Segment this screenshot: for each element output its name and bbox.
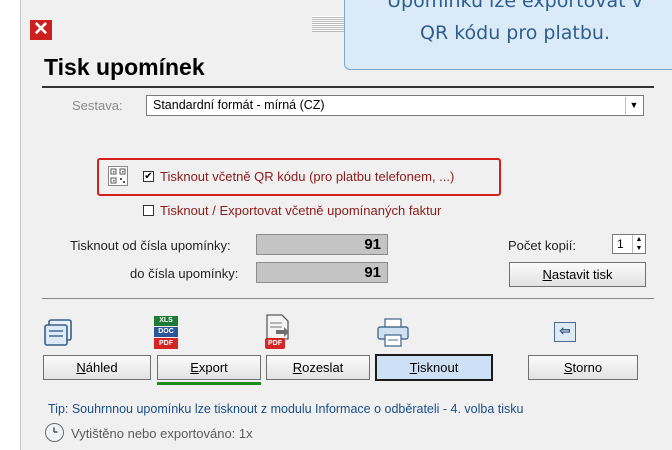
sestava-label: Sestava:: [72, 98, 123, 113]
stepper-arrows-icon[interactable]: ▲ ▼: [632, 235, 645, 253]
send-button[interactable]: Rozeslat: [266, 355, 370, 380]
invoices-option-label: Tisknout / Exportovat včetně upomínaných…: [160, 203, 442, 218]
invoices-checkbox[interactable]: [143, 205, 154, 216]
sestava-value: Standardní formát - mírná (CZ): [153, 98, 325, 112]
cancel-mnemonic: S: [563, 360, 573, 375]
preview-button[interactable]: Náhled: [43, 355, 151, 380]
callout-line-1: Upomínku lze exportovat v: [387, 0, 643, 12]
print-mnemonic: T: [409, 360, 418, 375]
print-status-text: Vytištěno nebo exportováno: 1x: [71, 426, 253, 441]
preview-label: áhled: [85, 360, 118, 375]
export-formats-icon: XLS DOC PDF: [152, 316, 182, 350]
from-number-label: Tisknout od čísla upomínky:: [70, 238, 231, 253]
back-arrow-icon: ⇦: [554, 322, 576, 342]
dialog-title: Tisk upomínek: [44, 54, 205, 80]
qr-code-icon: [108, 166, 128, 186]
from-number-field[interactable]: 91: [256, 234, 388, 255]
print-label: isknout: [417, 360, 459, 375]
cancel-label: torno: [572, 360, 603, 375]
pdf-icon: PDF: [154, 338, 178, 349]
qr-checkbox[interactable]: ✔: [143, 171, 154, 182]
copies-value: 1: [617, 237, 624, 251]
export-button[interactable]: Export: [157, 355, 261, 380]
copies-stepper[interactable]: 1 ▲ ▼: [612, 234, 646, 254]
sestava-select[interactable]: Standardní formát - mírná (CZ) ▼: [146, 95, 644, 116]
print-settings-label: astavit tisk: [551, 267, 613, 282]
printer-icon: [377, 318, 409, 347]
export-mnemonic: E: [190, 360, 199, 375]
to-number-label: do čísla upomínky:: [130, 266, 239, 281]
send-label: ozeslat: [302, 360, 344, 375]
send-mnemonic: R: [292, 360, 303, 375]
callout-line-2: QR kódu pro platbu.: [420, 22, 610, 44]
print-settings-mnemonic: N: [542, 267, 552, 282]
clock-icon: [45, 423, 64, 442]
export-selected-indicator: [157, 382, 261, 385]
to-number-field[interactable]: 91: [256, 262, 388, 283]
xls-icon: XLS: [154, 316, 178, 326]
drag-grip[interactable]: [312, 16, 344, 32]
doc-icon: DOC: [154, 327, 178, 337]
tip-text: Tip: Souhrnnou upomínku lze tisknout z m…: [48, 402, 524, 416]
send-document-icon: PDF: [262, 314, 294, 352]
tooltip-callout: Upomínku lze exportovat v QR kódu pro pl…: [344, 0, 672, 70]
chevron-down-icon[interactable]: ▼: [625, 97, 642, 114]
section-divider: [42, 298, 654, 299]
copies-label: Počet kopií:: [508, 238, 576, 253]
export-label: xport: [198, 360, 228, 375]
cancel-button[interactable]: Storno: [528, 355, 638, 380]
title-divider: [42, 86, 654, 88]
close-icon[interactable]: ✕: [30, 20, 52, 40]
pdf-badge-icon: PDF: [265, 338, 285, 349]
print-settings-button[interactable]: Nastavit tisk: [509, 262, 646, 287]
print-button[interactable]: Tisknout: [375, 354, 493, 381]
qr-option-label: Tisknout včetně QR kódu (pro platbu tele…: [160, 169, 455, 184]
preview-mnemonic: N: [76, 360, 86, 375]
preview-icon: [44, 319, 72, 346]
